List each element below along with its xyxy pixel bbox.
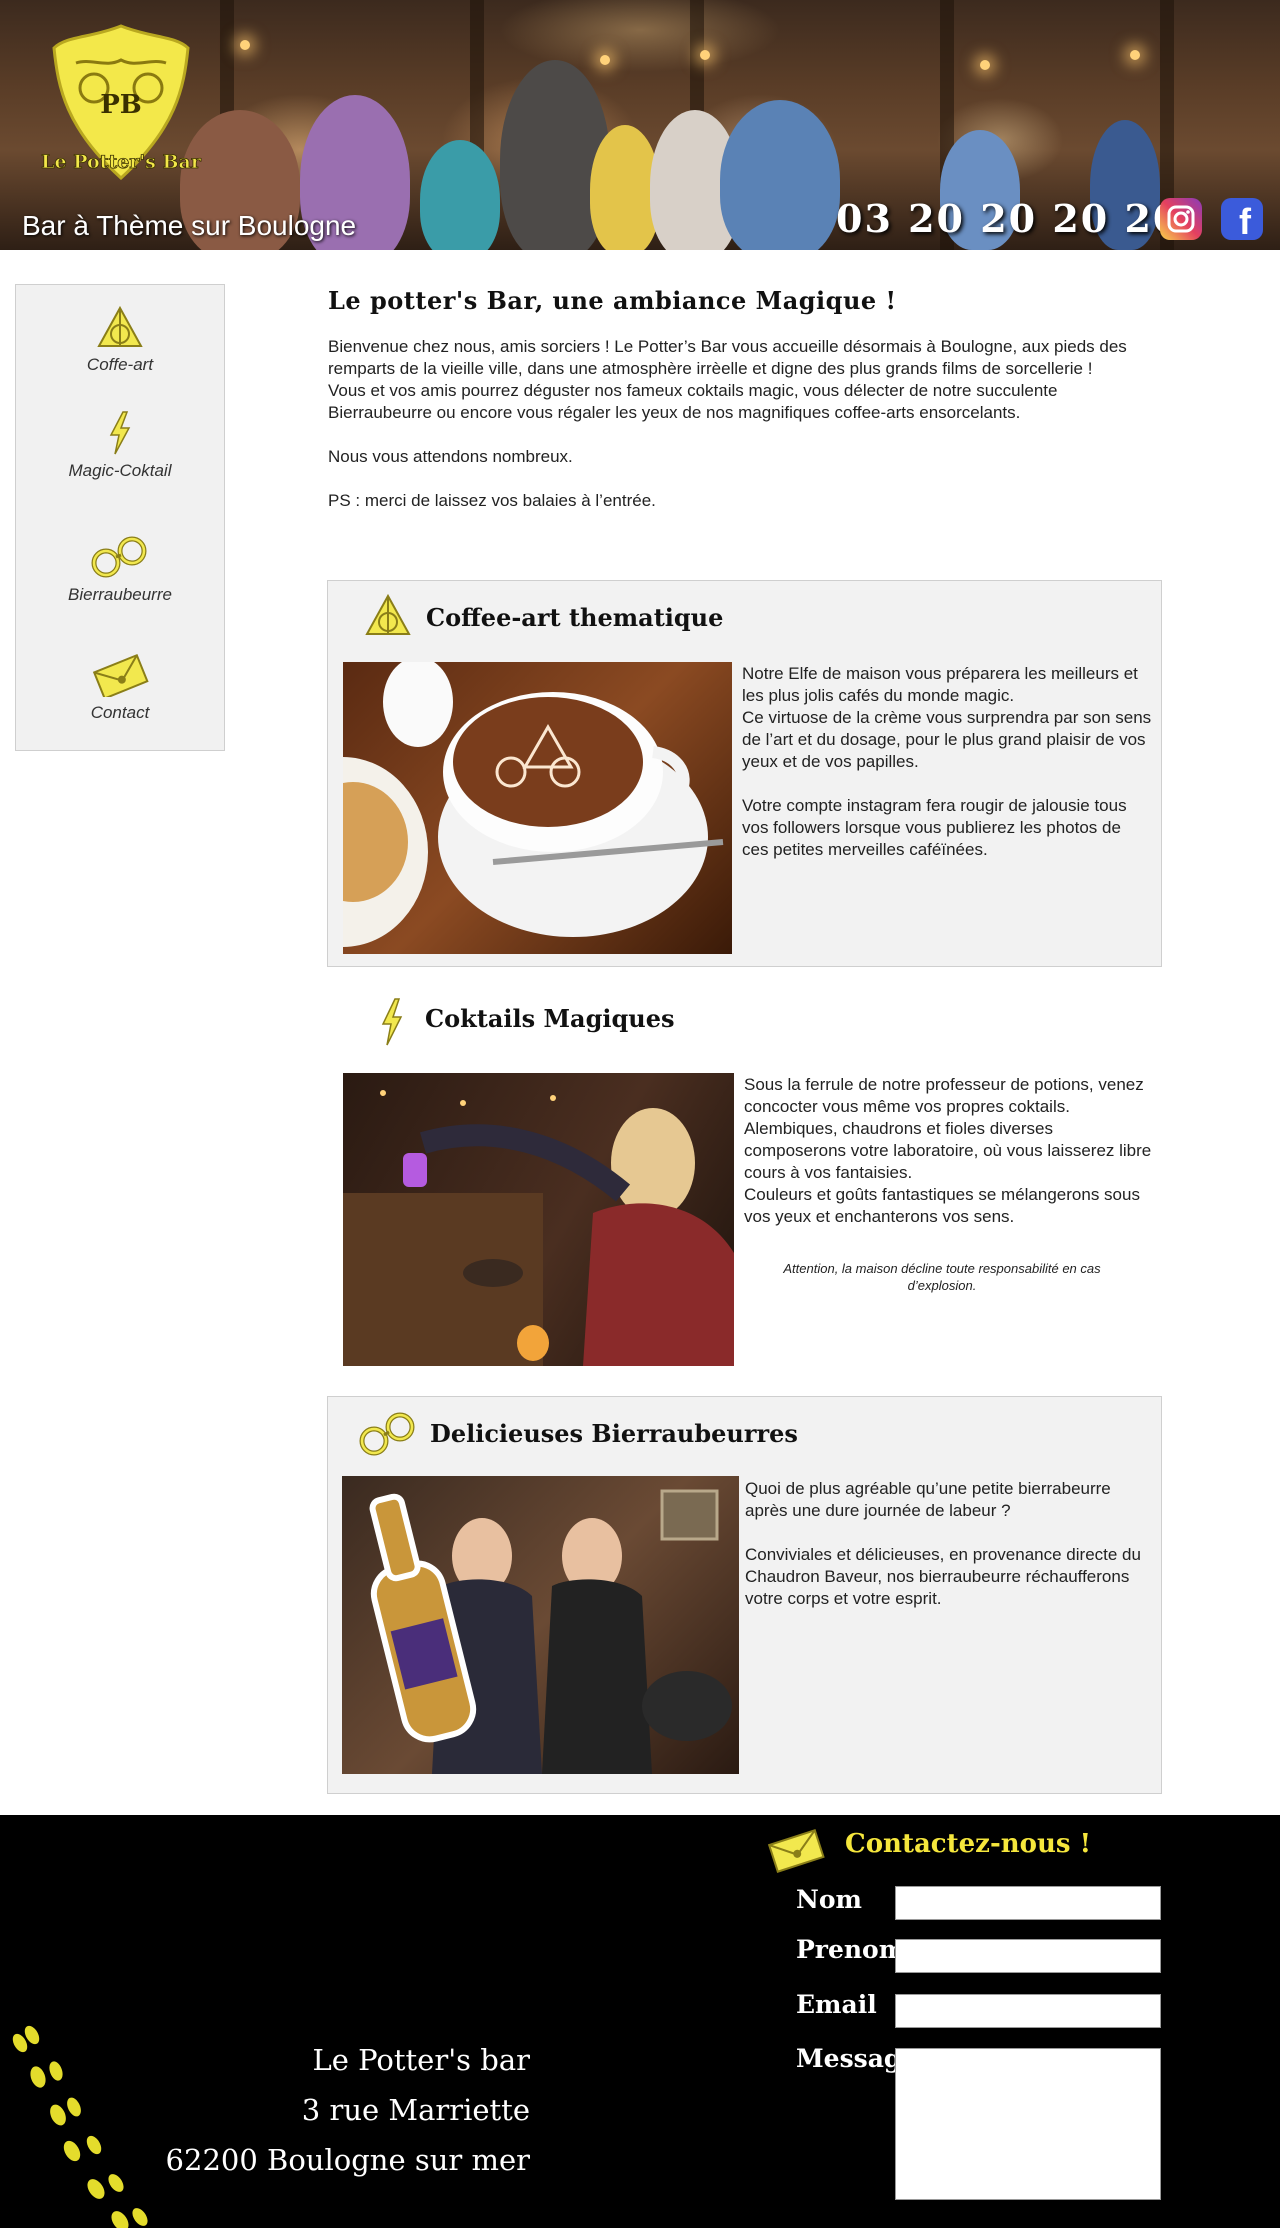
coffee-art-text: Notre Elfe de maison vous préparera les …: [742, 663, 1152, 861]
section-title: Coktails Magiques: [425, 1004, 675, 1033]
section-title: Coffee-art thematique: [426, 603, 724, 632]
section-paragraph: Alembiques, chaudrons et fioles diverses…: [744, 1119, 1152, 1182]
lightning-bolt-icon: [109, 411, 131, 455]
coffee-art-photo: [343, 662, 732, 954]
address-line: 3 rue Marriette: [301, 2093, 530, 2127]
intro-paragraph: Nous vous attendons nombreux.: [328, 447, 573, 466]
section-paragraph: Conviviales et délicieuses, en provenanc…: [745, 1545, 1141, 1608]
section-paragraph: Notre Elfe de maison vous préparera les …: [742, 664, 1138, 705]
sidebar-item-contact[interactable]: Contact: [16, 653, 224, 723]
section-paragraph: Ce virtuose de la crème vous surprendra …: [742, 708, 1152, 771]
message-textarea[interactable]: [895, 2048, 1161, 2200]
coffee-art-section: Coffee-art thematique Notre Elfe de mais…: [327, 580, 1162, 967]
sidebar-item-label: Coffe-art: [86, 355, 154, 374]
sidebar-item-bierraubeurre[interactable]: Bierraubeurre: [16, 535, 224, 605]
section-paragraph: Quoi de plus agréable qu’une petite bier…: [745, 1479, 1111, 1520]
explosion-disclaimer: Attention, la maison décline toute respo…: [783, 1261, 1101, 1293]
glasses-icon: [91, 536, 147, 578]
deathly-hallows-icon: [365, 593, 411, 635]
prenom-label: Prenom: [796, 1935, 906, 1964]
tagline: Bar à Thème sur Boulogne: [22, 210, 357, 241]
nom-label: Nom: [796, 1885, 862, 1914]
facebook-icon[interactable]: f: [1221, 198, 1263, 242]
sidebar-item-label: Magic-Coktail: [68, 461, 172, 480]
svg-text:PB: PB: [100, 90, 142, 120]
prenom-input[interactable]: [895, 1939, 1161, 1973]
address-line: 62200 Boulogne sur mer: [165, 2143, 530, 2177]
cocktails-photo: [343, 1073, 734, 1366]
sidebar-nav: Coffe-art Magic-Coktail Bierraubeurre Co…: [15, 284, 225, 751]
intro-paragraph: Vous et vos amis pourrez déguster nos fa…: [328, 381, 1058, 422]
cocktails-section: Coktails Magiques Sous la ferrule de not…: [327, 988, 1162, 1368]
glasses-icon: [359, 1412, 415, 1456]
svg-text:Le Potter's Bar: Le Potter's Bar: [41, 151, 202, 173]
cocktails-text: Sous la ferrule de notre professeur de p…: [744, 1074, 1154, 1228]
deathly-hallows-icon: [97, 305, 143, 347]
sidebar-item-label: Contact: [90, 703, 150, 722]
page-title: Le potter's Bar, une ambiance Magique !: [328, 286, 897, 315]
sidebar-item-coffe-art[interactable]: Coffe-art: [16, 305, 224, 375]
envelope-icon: [92, 653, 149, 697]
footprints-icon: [12, 2025, 148, 2228]
phone-number[interactable]: 03 20 20 20 20: [836, 196, 1181, 241]
header-banner: PB Le Potter's Bar Bar à Thème sur Boulo…: [0, 0, 1280, 250]
email-label: Email: [796, 1990, 877, 2019]
section-paragraph: Sous la ferrule de notre professeur de p…: [744, 1075, 1144, 1116]
section-paragraph: Couleurs et goûts fantastiques se mélang…: [744, 1185, 1140, 1226]
bar-logo[interactable]: PB Le Potter's Bar: [36, 18, 206, 188]
contact-title: Contactez-nous !: [845, 1829, 1091, 1859]
nom-input[interactable]: [895, 1886, 1161, 1920]
butterbeer-photo: [342, 1476, 739, 1774]
footer: Contactez-nous ! Nom Prenom Email Messag…: [0, 1815, 1280, 2228]
lightning-bolt-icon: [381, 998, 403, 1046]
sidebar-item-magic-coktail[interactable]: Magic-Coktail: [16, 411, 224, 481]
sidebar-item-label: Bierraubeurre: [68, 585, 172, 604]
email-input[interactable]: [895, 1994, 1161, 2028]
address-line: Le Potter's bar: [312, 2043, 530, 2077]
butterbeer-text: Quoi de plus agréable qu’une petite bier…: [745, 1478, 1155, 1610]
envelope-icon: [767, 1828, 825, 1873]
intro-paragraph: PS : merci de laissez vos balaies à l’en…: [328, 491, 656, 510]
intro-text: Bienvenue chez nous, amis sorciers ! Le …: [328, 336, 1148, 512]
intro-paragraph: Bienvenue chez nous, amis sorciers ! Le …: [328, 337, 1127, 378]
section-paragraph: Votre compte instagram fera rougir de ja…: [742, 796, 1127, 859]
section-title: Delicieuses Bierraubeurres: [430, 1419, 798, 1448]
butterbeer-section: Delicieuses Bierraubeurres Quoi de plus …: [327, 1396, 1162, 1794]
instagram-icon[interactable]: [1160, 198, 1202, 240]
